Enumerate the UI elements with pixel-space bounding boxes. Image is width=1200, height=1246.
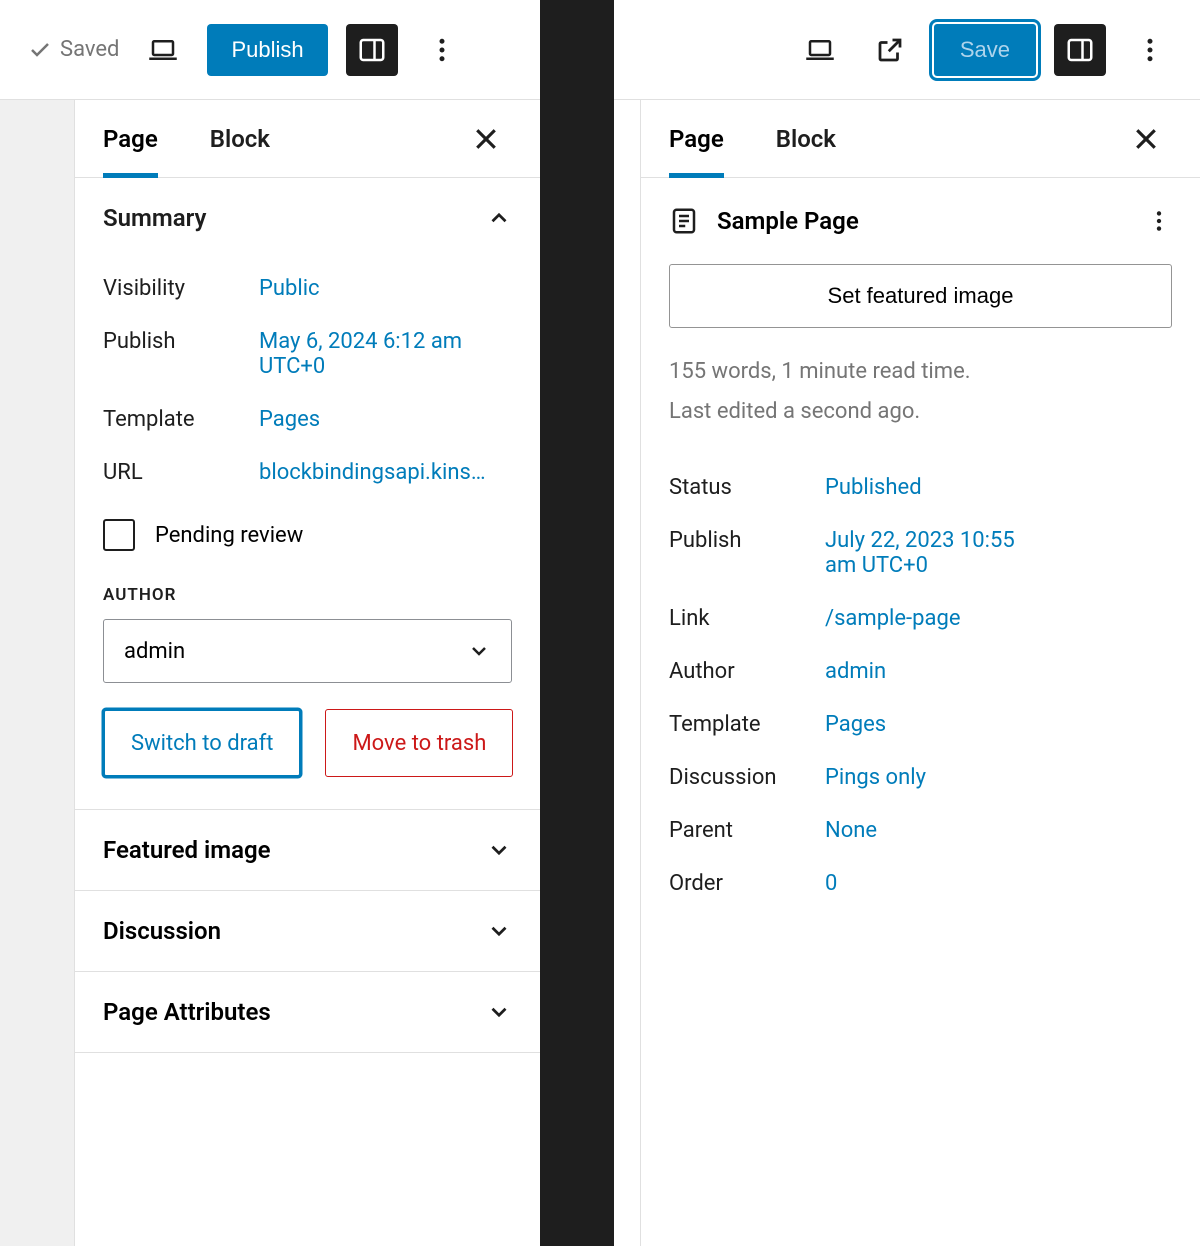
summary-title: Summary — [103, 204, 206, 232]
publish-value[interactable]: May 6, 2024 6:12 am UTC+0 — [259, 329, 479, 379]
discussion-value[interactable]: Pings only — [825, 765, 1172, 790]
dots-vertical-icon — [1146, 208, 1172, 234]
tab-page[interactable]: Page — [669, 100, 724, 178]
move-to-trash-button[interactable]: Move to trash — [325, 709, 513, 777]
close-icon — [471, 124, 501, 154]
word-count-text: 155 words, 1 minute read time. — [669, 352, 1172, 392]
link-label: Link — [669, 606, 825, 631]
switch-to-draft-button[interactable]: Switch to draft — [103, 709, 301, 777]
url-label: URL — [103, 460, 259, 485]
author-label: Author — [669, 659, 825, 684]
pending-review-checkbox[interactable] — [103, 519, 135, 551]
template-label: Template — [103, 407, 259, 432]
close-panel-button[interactable] — [460, 113, 512, 165]
status-value[interactable]: Published — [825, 475, 1172, 500]
open-external-button[interactable] — [864, 24, 916, 76]
sidebar-toggle-button[interactable] — [1054, 24, 1106, 76]
parent-value[interactable]: None — [825, 818, 1172, 843]
summary-section-toggle[interactable]: Summary — [103, 204, 512, 232]
laptop-icon — [805, 35, 835, 65]
publish-value[interactable]: July 22, 2023 10:55 am UTC+0 — [825, 528, 1025, 578]
view-button[interactable] — [794, 24, 846, 76]
chevron-down-icon — [486, 918, 512, 944]
tab-page[interactable]: Page — [103, 100, 158, 178]
page-icon — [669, 206, 699, 236]
template-value[interactable]: Pages — [259, 407, 512, 432]
sidebar-toggle-button[interactable] — [346, 24, 398, 76]
close-panel-button[interactable] — [1120, 113, 1172, 165]
check-icon — [28, 38, 52, 62]
publish-label: Publish — [669, 528, 825, 578]
publish-button[interactable]: Publish — [207, 24, 327, 76]
discussion-label: Discussion — [669, 765, 825, 790]
sidebar-icon — [357, 35, 387, 65]
set-featured-image-button[interactable]: Set featured image — [669, 264, 1172, 328]
options-button[interactable] — [1124, 24, 1176, 76]
chevron-down-icon — [486, 837, 512, 863]
saved-indicator: Saved — [28, 37, 119, 62]
chevron-down-icon — [467, 639, 491, 663]
tab-block[interactable]: Block — [776, 100, 836, 178]
page-title: Sample Page — [717, 207, 859, 235]
status-label: Status — [669, 475, 825, 500]
order-label: Order — [669, 871, 825, 896]
parent-label: Parent — [669, 818, 825, 843]
external-link-icon — [875, 35, 905, 65]
template-label: Template — [669, 712, 825, 737]
author-select[interactable]: admin — [103, 619, 512, 683]
chevron-up-icon — [486, 205, 512, 231]
divider — [540, 0, 614, 1246]
dots-vertical-icon — [427, 35, 457, 65]
featured-image-section-toggle[interactable]: Featured image — [75, 810, 540, 891]
visibility-value[interactable]: Public — [259, 276, 512, 301]
publish-label: Publish — [103, 329, 259, 379]
page-attributes-title: Page Attributes — [103, 998, 271, 1026]
saved-label: Saved — [60, 37, 119, 62]
view-button[interactable] — [137, 24, 189, 76]
tab-block[interactable]: Block — [210, 100, 270, 178]
close-icon — [1131, 124, 1161, 154]
chevron-down-icon — [486, 999, 512, 1025]
last-edited-text: Last edited a second ago. — [669, 392, 1172, 432]
visibility-label: Visibility — [103, 276, 259, 301]
template-value[interactable]: Pages — [825, 712, 1172, 737]
author-value[interactable]: admin — [825, 659, 1172, 684]
sidebar-icon — [1065, 35, 1095, 65]
author-heading: AUTHOR — [103, 585, 512, 605]
pending-review-label: Pending review — [155, 523, 303, 548]
options-button[interactable] — [416, 24, 468, 76]
order-value[interactable]: 0 — [825, 871, 1172, 896]
author-value: admin — [124, 639, 185, 664]
page-actions-button[interactable] — [1146, 208, 1172, 234]
url-value[interactable]: blockbindingsapi.kins… — [259, 460, 512, 485]
dots-vertical-icon — [1135, 35, 1165, 65]
featured-image-title: Featured image — [103, 836, 271, 864]
discussion-section-toggle[interactable]: Discussion — [75, 891, 540, 972]
save-button[interactable]: Save — [934, 24, 1036, 76]
discussion-title: Discussion — [103, 917, 221, 945]
link-value[interactable]: /sample-page — [825, 606, 1172, 631]
page-attributes-section-toggle[interactable]: Page Attributes — [75, 972, 540, 1053]
laptop-icon — [148, 35, 178, 65]
